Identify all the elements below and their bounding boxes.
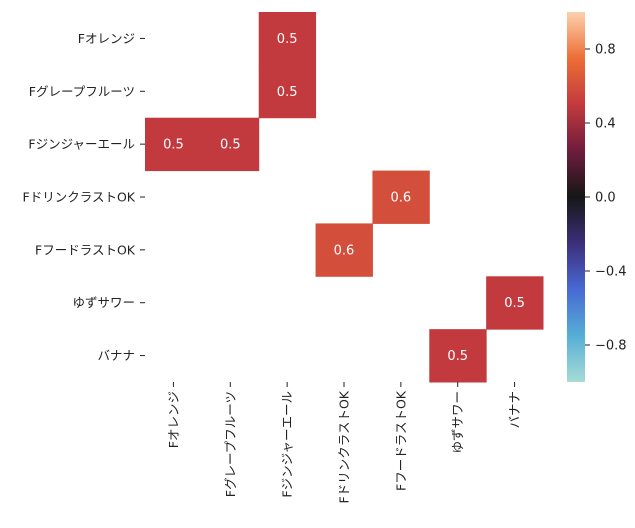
cell-value-label: 0.6 — [391, 190, 412, 205]
cell-value-label: 0.5 — [447, 349, 468, 364]
colorbar-gradient — [567, 12, 585, 382]
colorbar-tick-label: 0.4 — [595, 117, 616, 132]
x-tick-label: FフードラストOK — [393, 390, 408, 491]
cell-value-label: 0.5 — [277, 85, 298, 100]
y-axis-ticks: Fオレンジ Fグレープフルーツ Fジンジャーエール FドリンクラストOK Fフードラスト… — [23, 31, 145, 363]
x-tick-label: Fオレンジ — [166, 391, 181, 448]
cell-value-label: 0.6 — [334, 243, 355, 258]
y-tick-label: Fジンジャーエール — [28, 137, 135, 152]
y-tick-label: バナナ — [97, 348, 135, 363]
x-tick-label: バナナ — [507, 391, 522, 429]
x-tick-label: Fグレープフルーツ — [223, 391, 238, 497]
colorbar: 0.8 0.4 0.0 −0.4 −0.8 — [567, 12, 627, 382]
colorbar-ticks: 0.8 0.4 0.0 −0.4 −0.8 — [585, 43, 627, 354]
x-tick-label: ゆずサワー — [450, 391, 465, 454]
heatmap-cells — [145, 12, 544, 383]
colorbar-tick-label: 0.0 — [595, 191, 616, 206]
x-tick-label: FドリンクラストOK — [336, 390, 351, 503]
y-tick-label: Fオレンジ — [78, 31, 135, 46]
cell-value-label: 0.5 — [163, 138, 184, 153]
y-tick-label: Fグレープフルーツ — [29, 84, 135, 99]
correlation-heatmap: 0.50.50.5 0.50.60.60.50.5 FオレンジFグレープフルーツF… — [23, 12, 627, 503]
x-tick-label: Fジンジャーエール — [280, 391, 295, 498]
cell-value-label: 0.5 — [277, 32, 298, 47]
colorbar-tick-label: −0.4 — [595, 265, 627, 280]
colorbar-tick-label: −0.8 — [595, 339, 627, 354]
x-axis-ticks: Fオレンジ Fグレープフルーツ Fジンジャーエール FドリンクラストOK Fフードラスト… — [166, 381, 522, 503]
heatmap-cell-labels: 0.5 0.5 0.5 0.5 0.6 0.6 0.5 0.5 — [163, 32, 525, 364]
colorbar-tick-label: 0.8 — [595, 43, 616, 58]
cell-value-label: 0.5 — [220, 138, 241, 153]
cell-value-label: 0.5 — [504, 296, 525, 311]
y-tick-label: FドリンクラストOK — [23, 189, 136, 204]
y-tick-label: FフードラストOK — [35, 242, 136, 257]
y-tick-label: ゆずサワー — [72, 295, 135, 310]
